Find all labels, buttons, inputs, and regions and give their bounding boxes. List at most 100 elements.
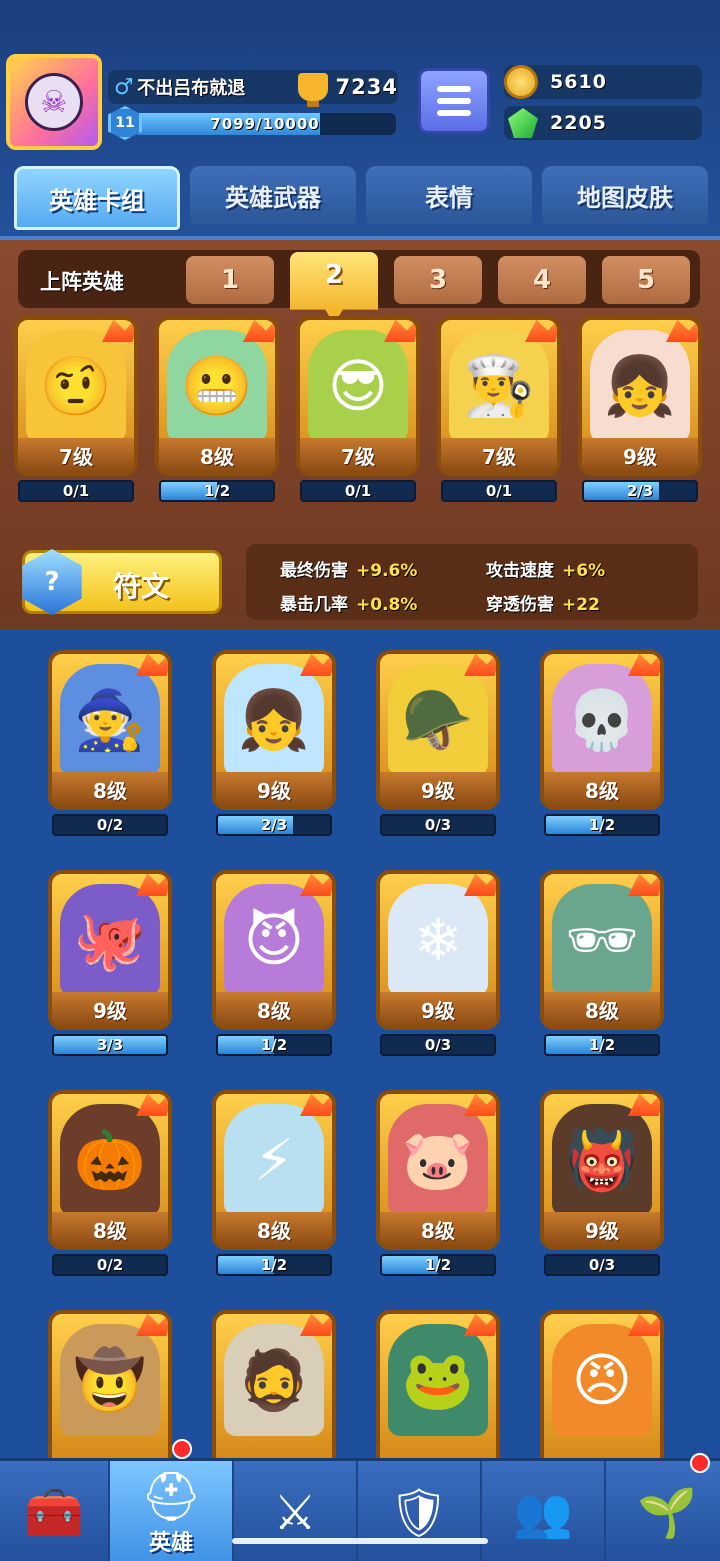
crown-shield-icon: 🛡 xyxy=(388,1484,450,1541)
wing-ornament-icon xyxy=(136,1314,168,1336)
orange-bomb-portrait-icon: 😠 xyxy=(552,1324,652,1436)
nav-sprout-island[interactable]: 🌱 xyxy=(606,1461,720,1561)
hero-card-octopus-pirate[interactable]: 🐙 9级 3/3 xyxy=(48,870,172,1056)
hero-level: 9级 xyxy=(380,992,496,1026)
team-card-chef-potato[interactable]: 👨‍🍳 7级 0/1 xyxy=(437,316,561,502)
gold-counter[interactable]: 5610 xyxy=(504,65,702,99)
player-avatar[interactable]: ☠ xyxy=(6,54,102,150)
gender-male-icon: ♂ xyxy=(114,74,134,100)
zombie-gunner-portrait-icon: 😬 xyxy=(167,330,267,442)
hero-level: 8级 xyxy=(52,772,168,806)
zeus-portrait-icon: ⚡ xyxy=(224,1104,324,1216)
nav-team-banner[interactable]: 👥 xyxy=(482,1461,606,1561)
stat-value: +6% xyxy=(562,561,606,581)
hero-card-green-ninja[interactable]: 🐸 xyxy=(376,1310,500,1470)
hero-level: 9级 xyxy=(380,772,496,806)
hero-frame: 🐙 9级 xyxy=(48,870,172,1030)
deck-label: 上阵英雄 xyxy=(40,270,124,294)
deck-slot-3[interactable]: 3 xyxy=(394,256,482,304)
deck-slot-1[interactable]: 1 xyxy=(186,256,274,304)
hero-frame: 🧔 xyxy=(212,1310,336,1470)
hero-level: 8级 xyxy=(380,1212,496,1246)
wing-ornament-icon xyxy=(666,320,698,342)
hero-card-armored-minion[interactable]: 🪖 9级 0/3 xyxy=(376,650,500,836)
tab-hero-deck[interactable]: 英雄卡组 xyxy=(14,166,180,230)
wing-ornament-icon xyxy=(628,654,660,676)
octopus-pirate-portrait-icon: 🐙 xyxy=(60,884,160,996)
team-card-masked-eggplant[interactable]: 😎 7级 0/1 xyxy=(296,316,420,502)
tab-hero-weapons[interactable]: 英雄武器 xyxy=(190,166,356,224)
hero-card-blue-hair-girl[interactable]: 👧 9级 2/3 xyxy=(212,650,336,836)
player-name-row: ♂ 不出吕布就退 7234 xyxy=(108,70,398,107)
deck-slot-2[interactable]: 2 xyxy=(290,252,378,324)
hero-level: 8级 xyxy=(159,438,275,472)
sprout-island-icon: 🌱 xyxy=(637,1484,697,1541)
xp-text: 7099/10000 xyxy=(210,115,320,133)
tab-emotes[interactable]: 表情 xyxy=(366,166,532,224)
girl-hero-portrait-icon: 👧 xyxy=(590,330,690,442)
ice-king-portrait-icon: 🧙 xyxy=(60,664,160,776)
hero-card-progress: 0/3 xyxy=(544,1254,660,1276)
hero-card-progress: 0/3 xyxy=(380,1034,496,1056)
progress-text: 1/2 xyxy=(260,1036,288,1054)
hero-card-cowboy[interactable]: 🤠 xyxy=(48,1310,172,1470)
hero-frame: 👹 9级 xyxy=(540,1090,664,1250)
hero-frame: 👨‍🍳 7级 xyxy=(437,316,561,476)
hero-card-progress: 0/1 xyxy=(441,480,557,502)
nav-knight-helmet[interactable]: ⛑ 英雄 xyxy=(110,1461,234,1561)
hero-card-progress: 3/3 xyxy=(52,1034,168,1056)
wing-ornament-icon xyxy=(300,1094,332,1116)
team-cards: 🤨 7级 0/1 😬 8级 1/2 😎 7级 0/1 👨‍🍳 7级 0/1 👧 9级 2/3 xyxy=(14,316,714,516)
hero-frame: 👧 9级 xyxy=(212,650,336,810)
hero-card-bearded-warrior[interactable]: 🧔 xyxy=(212,1310,336,1470)
hero-card-orange-bomb[interactable]: 😠 xyxy=(540,1310,664,1470)
team-card-girl-hero[interactable]: 👧 9级 2/3 xyxy=(578,316,702,502)
progress-text: 0/2 xyxy=(96,1256,124,1274)
team-card-zombie-gunner[interactable]: 😬 8级 1/2 xyxy=(155,316,279,502)
hero-frame: 🪖 9级 xyxy=(376,650,500,810)
menu-button[interactable] xyxy=(418,68,490,134)
hero-card-hooded-shadow[interactable]: 👹 9级 0/3 xyxy=(540,1090,664,1276)
bottom-nav: 🧰 ⛑ 英雄 ⚔ 🛡 👥 🌱 xyxy=(0,1439,720,1561)
cowboy-portrait-icon: 🤠 xyxy=(60,1324,160,1436)
progress-text: 1/2 xyxy=(588,816,616,834)
rune-button[interactable]: ? 符文 xyxy=(22,549,222,615)
progress-text: 0/3 xyxy=(424,1036,452,1054)
tab-map-skins[interactable]: 地图皮肤 xyxy=(542,166,708,224)
home-indicator xyxy=(232,1538,488,1544)
progress-text: 0/1 xyxy=(344,482,372,500)
hamburger-icon-line xyxy=(437,110,471,116)
hero-card-monocle-pig[interactable]: 🐷 8级 1/2 xyxy=(376,1090,500,1276)
nav-treasure-chest[interactable]: 🧰 xyxy=(0,1461,110,1561)
wing-ornament-icon xyxy=(300,1314,332,1336)
hero-card-yeti[interactable]: ❄ 9级 0/3 xyxy=(376,870,500,1056)
hero-level: 9级 xyxy=(216,772,332,806)
hero-level: 9级 xyxy=(544,1212,660,1246)
progress-text: 1/2 xyxy=(588,1036,616,1054)
hero-card-progress: 0/1 xyxy=(300,480,416,502)
wing-ornament-icon xyxy=(464,1314,496,1336)
hero-card-skull-mage[interactable]: 💀 8级 1/2 xyxy=(540,650,664,836)
nav-crossed-swords[interactable]: ⚔ xyxy=(234,1461,358,1561)
hero-card-lava-golem[interactable]: 🎃 8级 0/2 xyxy=(48,1090,172,1276)
wing-ornament-icon xyxy=(628,1314,660,1336)
lava-golem-portrait-icon: 🎃 xyxy=(60,1104,160,1216)
deck-slot-5[interactable]: 5 xyxy=(602,256,690,304)
team-card-golden-knight[interactable]: 🤨 7级 0/1 xyxy=(14,316,138,502)
stat-crit-chance: 暴击几率 +0.8% xyxy=(280,590,417,615)
hero-card-police-zombie[interactable]: 🕶 8级 1/2 xyxy=(540,870,664,1056)
hamburger-icon-line xyxy=(437,86,471,92)
hero-card-progress: 1/2 xyxy=(544,814,660,836)
gem-counter[interactable]: 2205 xyxy=(504,106,702,140)
hero-frame: 👧 9级 xyxy=(578,316,702,476)
hero-card-progress: 1/2 xyxy=(216,1034,332,1056)
stat-value: +0.8% xyxy=(356,595,418,615)
hero-card-ice-king[interactable]: 🧙 8级 0/2 xyxy=(48,650,172,836)
nav-crown-shield[interactable]: 🛡 xyxy=(358,1461,482,1561)
hero-card-medusa[interactable]: 😈 8级 1/2 xyxy=(212,870,336,1056)
wing-ornament-icon xyxy=(102,320,134,342)
hero-frame: ⚡ 8级 xyxy=(212,1090,336,1250)
progress-text: 3/3 xyxy=(96,1036,124,1054)
hero-card-zeus[interactable]: ⚡ 8级 1/2 xyxy=(212,1090,336,1276)
deck-slot-4[interactable]: 4 xyxy=(498,256,586,304)
